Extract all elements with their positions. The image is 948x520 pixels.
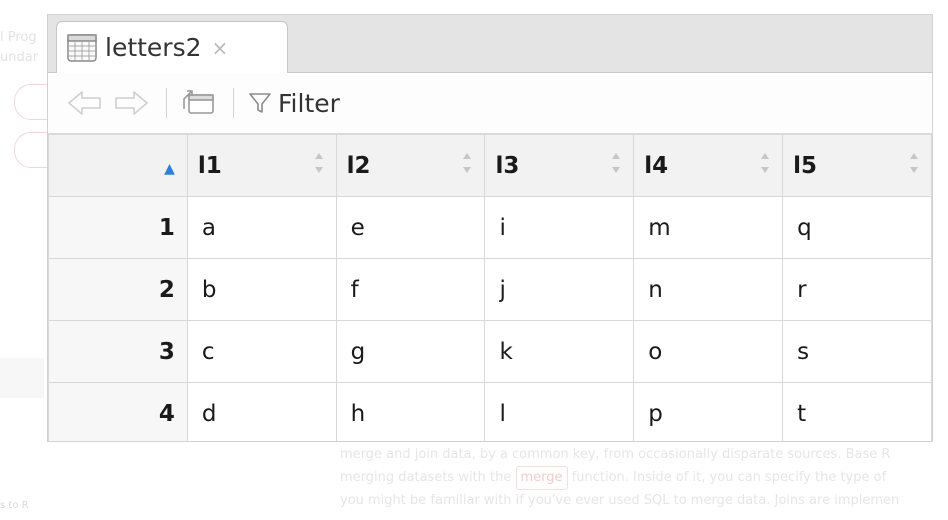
close-icon[interactable]: × bbox=[212, 36, 229, 60]
background-left-text: l Prog undar bbox=[0, 28, 38, 68]
table-cell[interactable]: j bbox=[484, 258, 635, 321]
filter-button[interactable]: Filter bbox=[248, 89, 340, 118]
toolbar-divider bbox=[166, 88, 167, 118]
table-cell[interactable]: s bbox=[782, 320, 932, 383]
paragraph-line: merge and join data, by a common key, fr… bbox=[340, 447, 891, 462]
column-header-l2[interactable]: l2 bbox=[335, 134, 486, 197]
background-line: l Prog bbox=[0, 30, 37, 45]
sort-arrows-icon bbox=[314, 153, 323, 173]
table-cell[interactable]: f bbox=[335, 258, 486, 321]
table-cell[interactable]: t bbox=[782, 382, 932, 441]
table-cell[interactable]: l bbox=[484, 382, 635, 441]
background-block bbox=[0, 358, 44, 398]
funnel-icon bbox=[249, 93, 271, 113]
sort-ascending-icon: ▲ bbox=[164, 160, 175, 177]
arrow-left-icon[interactable] bbox=[66, 90, 104, 116]
column-label: l1 bbox=[197, 152, 222, 179]
code-inline: merge bbox=[515, 466, 568, 490]
table-cell[interactable]: b bbox=[186, 258, 337, 321]
table-cell[interactable]: c bbox=[186, 320, 337, 383]
sort-arrows-icon bbox=[910, 153, 918, 173]
table-cell[interactable]: e bbox=[335, 196, 486, 259]
table-cell[interactable]: n bbox=[633, 258, 784, 321]
background-paragraph: merge and join data, by a common key, fr… bbox=[340, 444, 948, 512]
table-row: 1 a e i m q bbox=[48, 196, 932, 259]
table-cell[interactable]: k bbox=[484, 320, 635, 383]
row-number: 2 bbox=[48, 258, 188, 321]
row-number: 3 bbox=[48, 320, 188, 383]
table-cell[interactable]: m bbox=[633, 196, 784, 259]
table-cell[interactable]: h bbox=[335, 382, 486, 441]
column-label: l3 bbox=[495, 152, 520, 179]
header-row: ▲ l1 l2 l3 l4 l5 bbox=[48, 134, 932, 197]
column-header-l4[interactable]: l4 bbox=[633, 134, 784, 197]
filter-label: Filter bbox=[278, 88, 340, 118]
column-header-l3[interactable]: l3 bbox=[484, 134, 635, 197]
arrow-right-icon[interactable] bbox=[112, 90, 150, 116]
table-cell[interactable]: g bbox=[335, 320, 486, 383]
popout-window-icon[interactable] bbox=[181, 89, 217, 117]
column-header-l1[interactable]: l1 bbox=[186, 134, 337, 197]
tab-label: letters2 bbox=[105, 33, 202, 62]
column-label: l2 bbox=[346, 152, 371, 179]
row-number: 1 bbox=[48, 196, 188, 259]
table-cell[interactable]: o bbox=[633, 320, 784, 383]
data-grid: ▲ l1 l2 l3 l4 l5 1 a e i m q 2 b f j n r… bbox=[48, 134, 932, 441]
table-cell[interactable]: d bbox=[186, 382, 337, 441]
row-index-header[interactable]: ▲ bbox=[48, 134, 188, 197]
viewer-toolbar: Filter bbox=[48, 73, 932, 134]
paragraph-line: you might be familiar with if you've eve… bbox=[340, 493, 900, 508]
tab-letters2[interactable]: letters2 × bbox=[56, 21, 288, 73]
toolbar-divider bbox=[233, 88, 234, 118]
table-cell[interactable]: p bbox=[633, 382, 784, 441]
column-label: l5 bbox=[793, 152, 818, 179]
table-row: 3 c g k o s bbox=[48, 320, 932, 383]
paragraph-line: merging datasets with the merge function… bbox=[340, 466, 948, 490]
table-cell[interactable]: i bbox=[484, 196, 635, 259]
background-line: undar bbox=[0, 50, 39, 65]
column-header-l5[interactable]: l5 bbox=[782, 134, 932, 197]
sort-arrows-icon bbox=[761, 153, 770, 173]
table-row: 4 d h l p t bbox=[48, 382, 932, 441]
table-icon bbox=[67, 33, 97, 62]
background-bottom-label: s to R bbox=[0, 500, 29, 511]
table-cell[interactable]: r bbox=[782, 258, 932, 321]
table-cell[interactable]: a bbox=[186, 196, 337, 259]
tab-bar: letters2 × bbox=[48, 15, 932, 73]
sort-arrows-icon bbox=[463, 153, 472, 173]
row-number: 4 bbox=[48, 382, 188, 441]
sort-arrows-icon bbox=[612, 153, 621, 173]
table-row: 2 b f j n r bbox=[48, 258, 932, 321]
table-cell[interactable]: q bbox=[782, 196, 932, 259]
data-viewer-panel: letters2 × Filter ▲ l1 l2 l3 l4 l5 1 a e… bbox=[47, 14, 933, 442]
column-label: l4 bbox=[644, 152, 669, 179]
